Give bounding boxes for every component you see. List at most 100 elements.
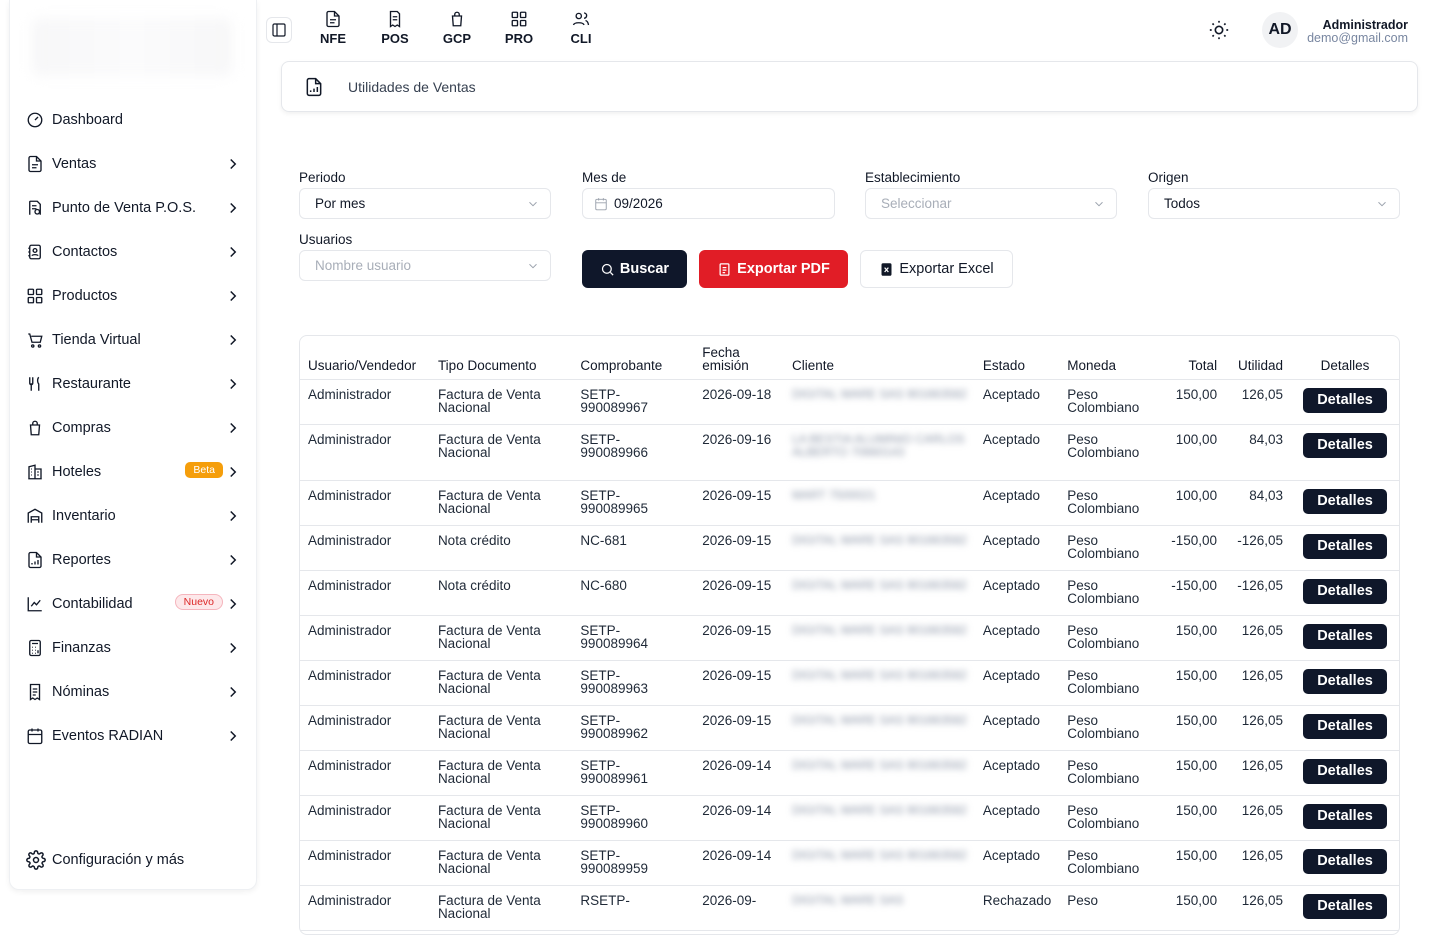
sidebar-item-finanzas[interactable]: Finanzas <box>10 626 256 670</box>
sidebar-item-ventas[interactable]: Ventas <box>10 142 256 186</box>
cell-total: 150,00 <box>1159 615 1226 661</box>
user-name: Administrador <box>1322 18 1408 32</box>
establecimiento-select[interactable]: Seleccionar <box>865 188 1117 219</box>
cell-detalles: Detalles <box>1291 750 1399 796</box>
cell-usuario: Administrador <box>300 795 430 841</box>
cell-fecha: 2026-09-15 <box>694 705 784 751</box>
dashboard-icon <box>26 111 44 129</box>
usuarios-select[interactable]: Nombre usuario <box>299 250 551 281</box>
sidebar-item-inventario[interactable]: Inventario <box>10 494 256 538</box>
cell-total: 150,00 <box>1159 705 1226 751</box>
cell-comprobante: RSETP- <box>572 885 695 931</box>
sidebar-item-label: Contabilidad <box>52 596 133 612</box>
cell-total: 100,00 <box>1159 424 1226 481</box>
periodo-value: Por mes <box>315 196 366 211</box>
sidebar-item-contactos[interactable]: Contactos <box>10 230 256 274</box>
avatar[interactable]: AD <box>1262 12 1298 48</box>
origen-select[interactable]: Todos <box>1148 188 1400 219</box>
column-header: Utilidad <box>1225 336 1292 380</box>
sidebar-item-productos[interactable]: Productos <box>10 274 256 318</box>
chevron-right-icon <box>224 595 242 613</box>
table-row: Administrador Nota crédito NC-681 2026-09-1… <box>300 525 1399 571</box>
cell-estado: Aceptado <box>974 660 1060 706</box>
users-icon <box>572 12 590 26</box>
sidebar-item-compras[interactable]: Compras <box>10 406 256 450</box>
cell-cliente: DIGITAL WARE SAS 901663582 <box>783 570 975 616</box>
buscar-button[interactable]: Buscar <box>582 250 687 288</box>
exportar-excel-label: Exportar Excel <box>899 261 994 277</box>
nuevo-badge: Nuevo <box>174 594 223 610</box>
chevron-right-icon <box>224 375 242 393</box>
detalles-button[interactable]: Detalles <box>1303 432 1387 458</box>
chevron-right-icon <box>224 639 242 657</box>
module-cli-button[interactable]: CLI <box>550 10 612 46</box>
pdf-file-icon <box>719 262 730 276</box>
detalles-button[interactable]: Detalles <box>1303 387 1387 413</box>
module-pro-button[interactable]: PRO <box>488 10 550 46</box>
cell-detalles: Detalles <box>1291 525 1399 571</box>
sidebar-item-contabilidad[interactable]: Contabilidad Nuevo <box>10 582 256 626</box>
bag-icon <box>26 419 44 437</box>
grid-icon <box>511 11 527 27</box>
mes-label: Mes de <box>582 170 627 185</box>
detalles-button[interactable]: Detalles <box>1303 758 1387 784</box>
detalles-button[interactable]: Detalles <box>1303 578 1387 604</box>
detalles-button[interactable]: Detalles <box>1303 668 1387 694</box>
cell-total: -150,00 <box>1159 525 1226 571</box>
module-pos-button[interactable]: POS <box>364 10 426 46</box>
chevron-right-icon <box>224 683 242 701</box>
cell-usuario: Administrador <box>300 885 430 931</box>
sidebar-item-punto-de-venta-p-o-s[interactable]: Punto de Venta P.O.S. <box>10 186 256 230</box>
cell-comprobante: SETP-990089967 <box>572 379 695 425</box>
theme-toggle-button[interactable] <box>1208 19 1230 41</box>
cell-tipo: Nota crédito <box>429 570 573 616</box>
sidebar-item-tienda-virtual[interactable]: Tienda Virtual <box>10 318 256 362</box>
module-label: POS <box>381 31 409 46</box>
cell-fecha: 2026-09- <box>694 885 784 931</box>
config-link[interactable]: Configuración y más <box>26 850 184 870</box>
sidebar: Dashboard Ventas Punto de Venta P.O.S. Cont… <box>9 0 257 890</box>
detalles-button[interactable]: Detalles <box>1303 803 1387 829</box>
detalles-button[interactable]: Detalles <box>1303 488 1387 514</box>
topbar: NFE POS GCP PRO CLI AD Administrador demo@gm… <box>262 0 1440 58</box>
module-nfe-button[interactable]: NFE <box>302 10 364 46</box>
column-header: Fecha emisión <box>694 336 784 380</box>
module-label: CLI <box>570 31 592 46</box>
sidebar-item-dashboard[interactable]: Dashboard <box>10 98 256 142</box>
cell-moneda: Peso Colombiano <box>1059 379 1160 425</box>
detalles-button[interactable]: Detalles <box>1303 893 1387 919</box>
bag-icon <box>451 11 463 27</box>
sidebar-item-n-minas[interactable]: Nóminas <box>10 670 256 714</box>
sidebar-item-hoteles[interactable]: Hoteles Beta <box>10 450 256 494</box>
cell-comprobante: SETP-990089963 <box>572 660 695 706</box>
module-gcp-button[interactable]: GCP <box>426 10 488 46</box>
cell-usuario: Administrador <box>300 424 430 481</box>
cell-comprobante: NC-680 <box>572 570 695 616</box>
gear-icon <box>26 850 46 870</box>
hotel-icon <box>26 463 44 481</box>
exportar-excel-button[interactable]: Exportar Excel <box>860 250 1013 288</box>
detalles-button[interactable]: Detalles <box>1303 848 1387 874</box>
calendar-icon <box>26 727 44 745</box>
sidebar-item-restaurante[interactable]: Restaurante <box>10 362 256 406</box>
sidebar-item-reportes[interactable]: Reportes <box>10 538 256 582</box>
table-body: Administrador Factura de Venta Nacional SE… <box>300 379 1399 931</box>
chevron-right-icon <box>224 551 242 569</box>
cell-moneda: Peso Colombiano <box>1059 840 1160 886</box>
grid-icon <box>26 287 44 305</box>
column-header: Estado <box>974 336 1060 380</box>
module-switcher: NFE POS GCP PRO CLI <box>302 10 612 46</box>
detalles-button[interactable]: Detalles <box>1303 713 1387 739</box>
excel-file-icon <box>881 262 892 276</box>
payroll-icon <box>26 683 44 701</box>
exportar-pdf-button[interactable]: Exportar PDF <box>699 250 848 288</box>
sidebar-toggle-button[interactable] <box>266 17 292 43</box>
detalles-button[interactable]: Detalles <box>1303 623 1387 649</box>
sidebar-nav: Dashboard Ventas Punto de Venta P.O.S. Cont… <box>10 98 256 758</box>
detalles-button[interactable]: Detalles <box>1303 533 1387 559</box>
origen-value: Todos <box>1164 196 1201 211</box>
periodo-select[interactable]: Por mes <box>299 188 551 219</box>
cell-fecha: 2026-09-15 <box>694 525 784 571</box>
sidebar-item-eventos-radian[interactable]: Eventos RADIAN <box>10 714 256 758</box>
mes-input[interactable]: 09/2026 <box>582 188 835 219</box>
